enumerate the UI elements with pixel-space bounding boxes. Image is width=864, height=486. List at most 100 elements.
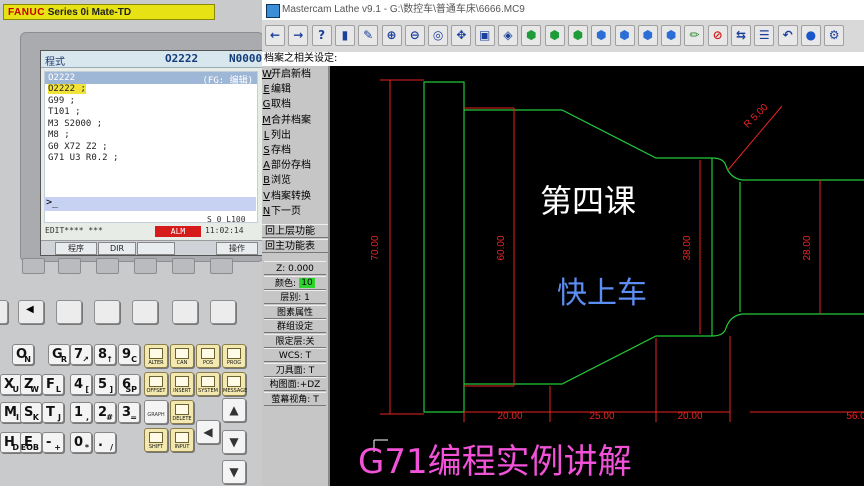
- key-0[interactable]: 0 *: [70, 432, 92, 453]
- key-input-buffer[interactable]: >_: [44, 197, 256, 211]
- zoom-out-button[interactable]: ⊖: [404, 25, 425, 46]
- program-line[interactable]: G0 X72 Z2 ;: [45, 142, 257, 154]
- fkey-alter[interactable]: ALTER: [144, 344, 168, 368]
- soft-key-dir[interactable]: DIR: [98, 242, 136, 255]
- fkey-shift[interactable]: SHIFT: [144, 428, 168, 452]
- key-z[interactable]: ZW: [20, 374, 42, 395]
- swap-button[interactable]: ⇆: [731, 25, 751, 46]
- menu-item-e[interactable]: E编辑: [262, 82, 328, 97]
- measure-button[interactable]: ✎: [358, 25, 379, 46]
- menu-item-m[interactable]: M合并档案: [262, 113, 328, 128]
- menu-item-v[interactable]: V档案转换: [262, 189, 328, 204]
- blank-key-5[interactable]: [210, 300, 236, 324]
- key-1[interactable]: 1,: [70, 402, 92, 423]
- key-9[interactable]: 9C: [118, 344, 140, 365]
- status-construction-plane[interactable]: 构图面:+DZ: [264, 377, 326, 391]
- cube-side-button[interactable]: ⬢: [567, 25, 588, 46]
- menu-item-w[interactable]: W开启新档: [262, 67, 328, 82]
- zoom-window-button[interactable]: ▣: [474, 25, 495, 46]
- key-7[interactable]: 7 ↗: [70, 344, 92, 365]
- key-dot[interactable]: . /: [94, 432, 116, 453]
- key-8[interactable]: 8 ↑: [94, 344, 116, 365]
- cube-front-button[interactable]: ⬢: [544, 25, 565, 46]
- fkey-input[interactable]: INPUT: [170, 428, 194, 452]
- softkey-hw-1[interactable]: [22, 258, 45, 274]
- program-line[interactable]: G99 ;: [45, 96, 257, 108]
- key-minus[interactable]: - +: [42, 432, 64, 453]
- cube-left-button[interactable]: ⬢: [661, 25, 682, 46]
- key-3[interactable]: 3 =: [118, 402, 140, 423]
- key-5[interactable]: 5]: [94, 374, 116, 395]
- program-line[interactable]: M8 ;: [45, 130, 257, 142]
- view-iso-button[interactable]: ◈: [498, 25, 518, 46]
- soft-key-operation[interactable]: 操作: [216, 242, 258, 255]
- key-x[interactable]: XU: [0, 374, 22, 395]
- status-color[interactable]: 颜色: 10: [264, 275, 326, 290]
- fkey-prog[interactable]: PROG: [222, 344, 246, 368]
- program-line[interactable]: M3 S2000 ;: [45, 119, 257, 131]
- status-z-depth[interactable]: Z: 0.000: [264, 261, 326, 275]
- status-layer[interactable]: 层别: 1: [264, 290, 326, 304]
- program-line[interactable]: G71 U3 R0.2 ;: [45, 153, 257, 165]
- fkey-delete[interactable]: DELETE: [170, 400, 194, 424]
- fkey-system[interactable]: SYSTEM: [196, 372, 220, 396]
- reset-key-edge[interactable]: [0, 300, 8, 324]
- cursor-up-key[interactable]: ▲: [222, 398, 246, 422]
- cube-right-button[interactable]: ⬢: [637, 25, 658, 46]
- shade-button[interactable]: ●: [800, 25, 821, 46]
- arrow-right-button[interactable]: →: [288, 25, 309, 46]
- key-e[interactable]: E EOB: [20, 432, 42, 453]
- menu-item-g[interactable]: G取档: [262, 97, 328, 112]
- fkey-message[interactable]: MESSAGE: [222, 372, 247, 396]
- status-tool-plane[interactable]: 刀具面: T: [264, 362, 326, 377]
- program-line[interactable]: T101 ;: [45, 107, 257, 119]
- blank-key-2[interactable]: [94, 300, 120, 324]
- softkey-hw-2[interactable]: [58, 258, 81, 274]
- cube-back-button[interactable]: ⬢: [614, 25, 635, 46]
- fkey-offset[interactable]: OFFSET: [144, 372, 168, 396]
- key-6[interactable]: 6 SP: [118, 374, 140, 395]
- menu-item-a[interactable]: A部份存档: [262, 158, 328, 173]
- zoom-in-button[interactable]: ⊕: [381, 25, 402, 46]
- fkey-graph[interactable]: GRAPH: [144, 400, 168, 424]
- page-left-key[interactable]: ◀: [18, 300, 44, 324]
- cube-iso-button[interactable]: ⬢: [591, 25, 612, 46]
- menu-item-s[interactable]: S存档: [262, 143, 328, 158]
- softkey-hw-3[interactable]: [96, 258, 119, 274]
- fkey-can[interactable]: CAN: [170, 344, 194, 368]
- gear-button[interactable]: ⚙: [824, 25, 845, 46]
- zoom-fit-button[interactable]: ◎: [428, 25, 449, 46]
- pen-button[interactable]: ✏: [684, 25, 705, 46]
- cube-top-button[interactable]: ⬢: [521, 25, 542, 46]
- pan-button[interactable]: ✥: [451, 25, 472, 46]
- status-limit-layer[interactable]: 限定层:关: [264, 333, 326, 348]
- softkey-hw-5[interactable]: [172, 258, 195, 274]
- blank-key-4[interactable]: [172, 300, 198, 324]
- blank-key-1[interactable]: [56, 300, 82, 324]
- layers-button[interactable]: ☰: [754, 25, 775, 46]
- blank-key-3[interactable]: [132, 300, 158, 324]
- fkey-insert[interactable]: INSERT: [170, 372, 194, 396]
- menu-item-l[interactable]: L 列出: [262, 128, 328, 143]
- key-g[interactable]: GR: [48, 344, 70, 365]
- save-button[interactable]: ▮: [334, 25, 355, 46]
- key-4[interactable]: 4[: [70, 374, 92, 395]
- key-s[interactable]: SK: [20, 402, 42, 423]
- status-group[interactable]: 群组设定: [264, 319, 326, 333]
- fkey-pos[interactable]: POS: [196, 344, 220, 368]
- soft-key-program[interactable]: 程序: [55, 242, 97, 255]
- key-t[interactable]: TJ: [42, 402, 64, 423]
- undo-button[interactable]: ↶: [777, 25, 798, 46]
- soft-key-empty[interactable]: [137, 242, 175, 255]
- key-h[interactable]: HD: [0, 432, 22, 453]
- menu-item-b[interactable]: B浏览: [262, 173, 328, 188]
- page-down-key[interactable]: ▼: [222, 460, 246, 484]
- key-m[interactable]: MI: [0, 402, 22, 423]
- clear-button[interactable]: ⊘: [707, 25, 728, 46]
- arrow-left-button[interactable]: ←: [265, 25, 285, 46]
- status-wcs[interactable]: WCS: T: [264, 348, 326, 362]
- key-o[interactable]: ON: [12, 344, 34, 365]
- key-2[interactable]: 2 #: [94, 402, 116, 423]
- softkey-hw-6[interactable]: [210, 258, 233, 274]
- status-screen-view[interactable]: 萤幕视角: T: [264, 391, 326, 406]
